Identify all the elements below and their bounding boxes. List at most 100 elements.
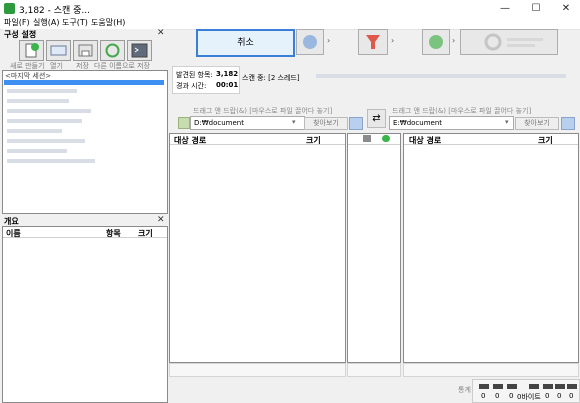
synchronize-button[interactable] [460, 29, 558, 55]
title-bar: 3,182 - 스캔 중... — ☐ ✕ [0, 0, 580, 17]
column-name[interactable]: 이름 [6, 228, 21, 239]
column-size[interactable]: 크기 [538, 135, 553, 146]
config-list[interactable]: <마지막 세션> [2, 70, 168, 214]
stat-count: 0 [569, 392, 574, 400]
minimize-button[interactable]: — [490, 0, 520, 17]
chevron-right-icon: › [452, 36, 456, 45]
stat-count: 0 [545, 392, 550, 400]
list-item[interactable] [7, 99, 69, 103]
stat-bytes: 0바이트 [517, 393, 541, 401]
middle-status-bar [347, 363, 401, 377]
checkbox-column-icon[interactable] [363, 135, 371, 142]
window-title: 3,182 - 스캔 중... [19, 6, 91, 16]
open-config-button[interactable] [46, 40, 71, 61]
folder-open-icon [50, 45, 67, 56]
right-folder-path[interactable]: E:₩document [389, 116, 514, 130]
right-status-bar [403, 363, 579, 377]
filter-icon [366, 35, 380, 49]
left-drop-hint: 드래그 앤 드랍(&) [마우스로 파일 끌어다 놓기] [193, 107, 333, 115]
column-target-path[interactable]: 대상 경로 [409, 135, 441, 146]
gear-green-icon [429, 35, 443, 49]
terminal-icon [131, 43, 148, 58]
scan-status-text: 스캔 중: [2 스레드] [242, 74, 300, 82]
alt-sync-icon[interactable] [561, 117, 575, 130]
found-items-value: 3,182 [216, 70, 239, 78]
stat-count: 0 [495, 392, 500, 400]
scan-current-path [316, 74, 566, 78]
statistics-label: 통계 [458, 386, 471, 394]
stat-count: 0 [481, 392, 486, 400]
save-as-button[interactable] [100, 40, 125, 61]
new-file-icon [25, 43, 39, 58]
menu-run[interactable]: 실행(A) [33, 17, 59, 29]
right-browse-button[interactable]: 찾아보기 [515, 117, 559, 130]
list-item[interactable] [7, 89, 77, 93]
close-icon[interactable]: ✕ [157, 28, 165, 38]
scan-stats-box: 발견된 항목: 3,182 경과 시간: 00:01 [172, 66, 240, 94]
elapsed-time-label: 경과 시간: [176, 82, 207, 90]
overview-column-header: 이름 항목 크기 [3, 227, 167, 238]
create-right-icon [543, 384, 553, 389]
cancel-button[interactable]: 취소 [196, 29, 295, 57]
chevron-right-icon: › [327, 36, 331, 45]
chevron-down-icon[interactable]: ▾ [292, 118, 296, 126]
list-item[interactable] [7, 139, 85, 143]
elapsed-time-value: 00:01 [216, 81, 239, 89]
new-config-button[interactable] [19, 40, 44, 61]
alt-sync-icon[interactable] [349, 117, 363, 130]
middle-action-grid[interactable] [347, 133, 401, 363]
gear-blue-icon [303, 35, 317, 49]
menu-help[interactable]: 도움말(H) [91, 17, 125, 29]
left-file-grid[interactable]: 대상 경로 크기 [169, 133, 346, 363]
delete-left-icon [507, 384, 517, 389]
found-items-label: 발견된 항목: [176, 71, 213, 79]
sync-column-icon[interactable] [382, 135, 390, 142]
sync-settings-button[interactable] [422, 29, 450, 55]
menu-file[interactable]: 파일(F) [4, 17, 30, 29]
chevron-down-icon[interactable]: ▾ [505, 118, 509, 126]
middle-grid-header [348, 134, 400, 145]
column-size[interactable]: 크기 [306, 135, 321, 146]
save-icon [78, 44, 93, 57]
sync-icon [484, 33, 543, 51]
data-icon [529, 384, 539, 389]
left-grid-header: 대상 경로 크기 [170, 134, 345, 145]
filter-button[interactable] [358, 29, 388, 55]
statistics-panel: 0 0 0 0바이트 0 0 0 [472, 379, 580, 403]
app-icon [4, 3, 15, 14]
folder-icon [178, 117, 190, 129]
list-item[interactable] [7, 119, 82, 123]
right-grid-header: 대상 경로 크기 [404, 134, 578, 145]
delete-right-icon [567, 384, 577, 389]
list-item[interactable] [7, 129, 62, 133]
create-left-icon [479, 384, 489, 389]
right-file-grid[interactable]: 대상 경로 크기 [403, 133, 579, 363]
left-folder-path[interactable]: D:₩document [190, 116, 305, 130]
column-size[interactable]: 크기 [138, 228, 153, 239]
maximize-button[interactable]: ☐ [521, 0, 551, 17]
overview-list[interactable]: 이름 항목 크기 [2, 226, 168, 403]
batch-button[interactable] [127, 40, 152, 61]
close-icon[interactable]: ✕ [157, 215, 165, 225]
left-status-bar [169, 363, 346, 377]
list-item[interactable] [7, 109, 91, 113]
swap-sides-icon[interactable]: ⇄ [367, 109, 386, 128]
save-config-button[interactable] [73, 40, 98, 61]
overview-panel-header: 개요 ✕ [2, 215, 166, 226]
left-browse-button[interactable]: 찾아보기 [304, 117, 348, 130]
list-item[interactable] [7, 149, 67, 153]
update-left-icon [493, 384, 503, 389]
compare-button[interactable] [296, 29, 324, 55]
list-item-selected[interactable] [4, 80, 164, 85]
close-window-button[interactable]: ✕ [551, 0, 580, 17]
update-right-icon [555, 384, 565, 389]
config-header-title: 구성 설정 [4, 30, 37, 39]
column-target-path[interactable]: 대상 경로 [174, 135, 206, 146]
list-item[interactable] [7, 159, 95, 163]
config-panel-header: 구성 설정 ✕ [2, 28, 166, 39]
chevron-right-icon: › [391, 36, 395, 45]
column-items[interactable]: 항목 [106, 228, 121, 239]
stat-count: 0 [509, 392, 514, 400]
menu-tools[interactable]: 도구(T) [62, 17, 88, 29]
refresh-icon [105, 43, 120, 58]
